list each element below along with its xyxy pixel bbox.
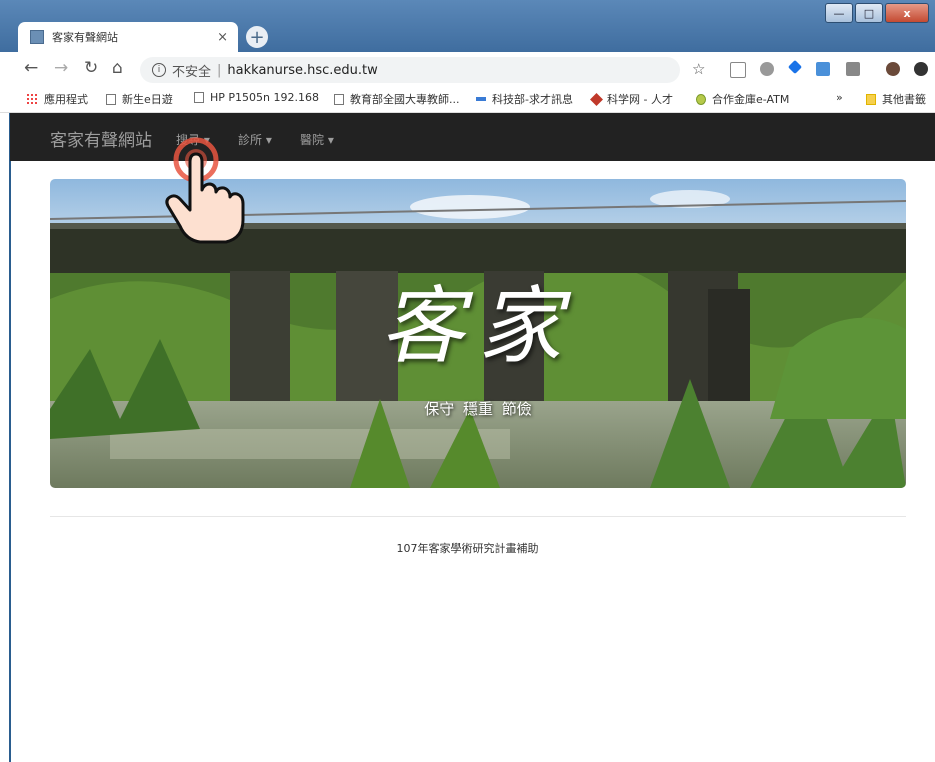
bookmark-label: 科技部-求才訊息 <box>492 93 573 106</box>
bookmark-label: 新生e日遊 <box>122 93 173 106</box>
page-icon <box>194 92 204 103</box>
bookmark-item[interactable]: 科学网 - 人才 <box>590 91 673 107</box>
bookmark-item[interactable]: 教育部全國大專教師... <box>334 91 460 107</box>
window-border <box>9 113 11 762</box>
bookmark-site-icon <box>476 97 486 101</box>
folder-icon <box>866 93 876 105</box>
bookmarks-bar: 應用程式 新生e日遊 HP P1505n 192.168 教育部全國大專教師..… <box>0 86 935 113</box>
bookmark-apps[interactable]: 應用程式 <box>26 91 88 107</box>
tap-hand-icon <box>165 137 245 244</box>
other-bookmarks-folder[interactable]: 其他書籤 <box>866 91 926 107</box>
bookmark-label: HP P1505n 192.168 <box>210 91 319 104</box>
divider <box>50 516 906 517</box>
bookmark-item[interactable]: 合作金庫e-ATM <box>696 91 789 107</box>
star-icon[interactable]: ☆ <box>692 60 705 78</box>
browser-toolbar: ← → ↻ ⌂ i 不安全 | hakkanurse.hsc.edu.tw ☆ <box>0 52 935 86</box>
url-text[interactable]: hakkanurse.hsc.edu.tw <box>227 63 377 78</box>
home-icon[interactable]: ⌂ <box>112 58 123 78</box>
info-icon[interactable]: i <box>152 63 166 77</box>
url-separator: | <box>217 62 222 78</box>
reload-icon[interactable]: ↻ <box>84 58 98 78</box>
more-bookmarks-icon: » <box>836 91 843 104</box>
minimize-button[interactable]: — <box>825 3 853 23</box>
bookmark-item[interactable]: 新生e日遊 <box>106 91 173 107</box>
bookmark-item[interactable]: HP P1505n 192.168 <box>194 91 319 104</box>
extension-box-icon[interactable] <box>846 62 860 76</box>
extension-translate-icon[interactable] <box>816 62 830 76</box>
bookmark-site-icon <box>696 93 706 105</box>
maximize-button[interactable]: □ <box>855 3 883 23</box>
window-titlebar: — □ x 客家有聲網站 × + <box>0 0 935 52</box>
browser-tab[interactable]: 客家有聲網站 × <box>18 22 238 52</box>
close-window-button[interactable]: x <box>885 3 929 23</box>
bookmark-site-icon <box>590 92 603 106</box>
site-brand[interactable]: 客家有聲網站 <box>50 126 152 151</box>
extension-circle-icon[interactable] <box>914 62 928 76</box>
extension-arrow-icon[interactable] <box>787 59 803 75</box>
site-navbar: 客家有聲網站 搜尋 ▾ 診所 ▾ 醫院 ▾ <box>10 113 935 161</box>
security-label: 不安全 <box>172 64 212 80</box>
bookmark-label: 教育部全國大專教師... <box>350 93 460 106</box>
bookmark-label: 科学网 - 人才 <box>607 93 673 106</box>
hero-subtitle: 保守 穩重 節儉 <box>424 400 532 418</box>
more-bookmarks-button[interactable]: » <box>836 91 843 104</box>
tab-close-icon[interactable]: × <box>217 30 228 45</box>
address-bar[interactable]: i 不安全 | hakkanurse.hsc.edu.tw <box>140 57 680 83</box>
apps-grid-icon <box>26 93 38 105</box>
extension-drive-icon[interactable] <box>760 62 774 76</box>
new-tab-button[interactable]: + <box>246 26 268 48</box>
forward-arrow-icon[interactable]: → <box>54 58 68 78</box>
extension-doc-icon[interactable] <box>730 62 746 78</box>
nav-hospital-dropdown[interactable]: 醫院 ▾ <box>300 131 334 148</box>
bookmark-label: 應用程式 <box>44 93 88 106</box>
page-favicon-icon <box>30 30 44 44</box>
bookmark-label: 其他書籤 <box>882 93 926 106</box>
footer-funding-note: 107年客家學術研究計畫補助 <box>396 542 539 555</box>
bookmark-label: 合作金庫e-ATM <box>712 93 790 106</box>
tab-title: 客家有聲網站 <box>52 31 118 44</box>
profile-avatar-icon[interactable] <box>886 62 900 76</box>
page-icon <box>106 93 116 105</box>
window-controls: — □ x <box>825 3 929 23</box>
bookmark-item[interactable]: 科技部-求才訊息 <box>476 91 573 107</box>
page-icon <box>334 93 344 105</box>
hero-title: 客家 <box>379 277 576 375</box>
back-arrow-icon[interactable]: ← <box>24 58 38 78</box>
